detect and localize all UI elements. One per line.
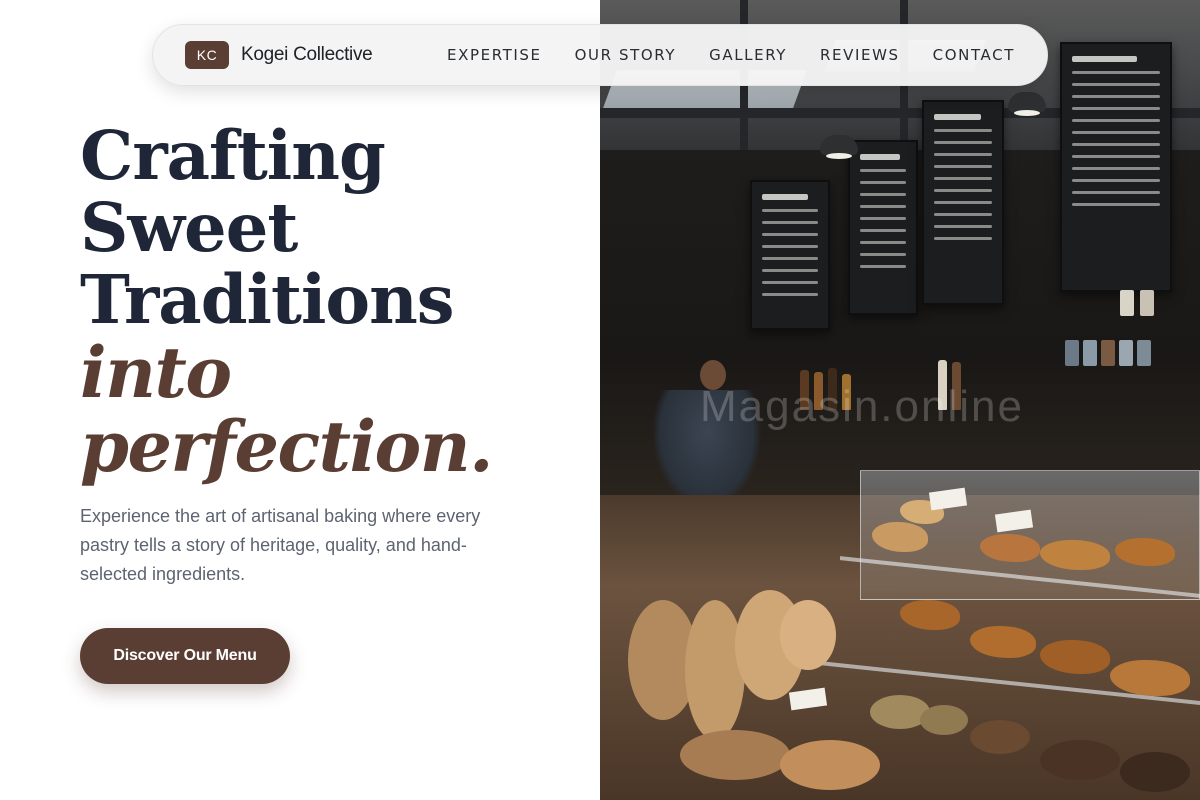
pendant-lamp — [820, 135, 858, 159]
watermark-text: Magasin.online — [700, 382, 1024, 431]
menu-board — [1060, 42, 1172, 292]
hero-title-line: Traditions — [80, 260, 455, 339]
roll — [1040, 740, 1120, 780]
hero-title-accent: into — [80, 331, 232, 414]
menu-board — [750, 180, 830, 330]
jar — [1120, 290, 1134, 316]
bread-loaf — [780, 600, 836, 670]
nav-link-reviews[interactable]: REVIEWS — [820, 46, 900, 64]
hero-title-accent: perfection. — [80, 405, 494, 488]
nav-link-our-story[interactable]: OUR STORY — [575, 46, 677, 64]
roll — [1120, 752, 1190, 792]
nav-link-gallery[interactable]: GALLERY — [709, 46, 787, 64]
jar — [1065, 340, 1079, 366]
hero-heading: Crafting Sweet Traditions into perfectio… — [80, 120, 580, 484]
logo-badge[interactable]: KC — [185, 41, 229, 69]
nav-menu: EXPERTISE OUR STORY GALLERY REVIEWS CONT… — [447, 46, 1015, 64]
jar — [1137, 340, 1151, 366]
menu-board — [848, 140, 918, 315]
jar — [1140, 290, 1154, 316]
brand-name[interactable]: Kogei Collective — [241, 44, 373, 66]
pendant-lamp — [1008, 92, 1046, 116]
jar — [1101, 340, 1115, 366]
hero-title-line: Crafting — [80, 116, 386, 195]
bread-loaf — [680, 730, 790, 780]
bread-loaf — [780, 740, 880, 790]
hero-title-line: Sweet — [80, 188, 298, 267]
discover-menu-button[interactable]: Discover Our Menu — [80, 628, 290, 684]
bread-loaf — [685, 600, 745, 740]
hero-description: Experience the art of artisanal baking w… — [80, 506, 481, 584]
nav-link-contact[interactable]: CONTACT — [933, 46, 1015, 64]
roll — [970, 720, 1030, 754]
jar — [1083, 340, 1097, 366]
menu-board — [922, 100, 1004, 305]
roll — [920, 705, 968, 735]
nav-link-expertise[interactable]: EXPERTISE — [447, 46, 542, 64]
top-navigation: KC Kogei Collective EXPERTISE OUR STORY … — [152, 24, 1048, 86]
jar — [1119, 340, 1133, 366]
